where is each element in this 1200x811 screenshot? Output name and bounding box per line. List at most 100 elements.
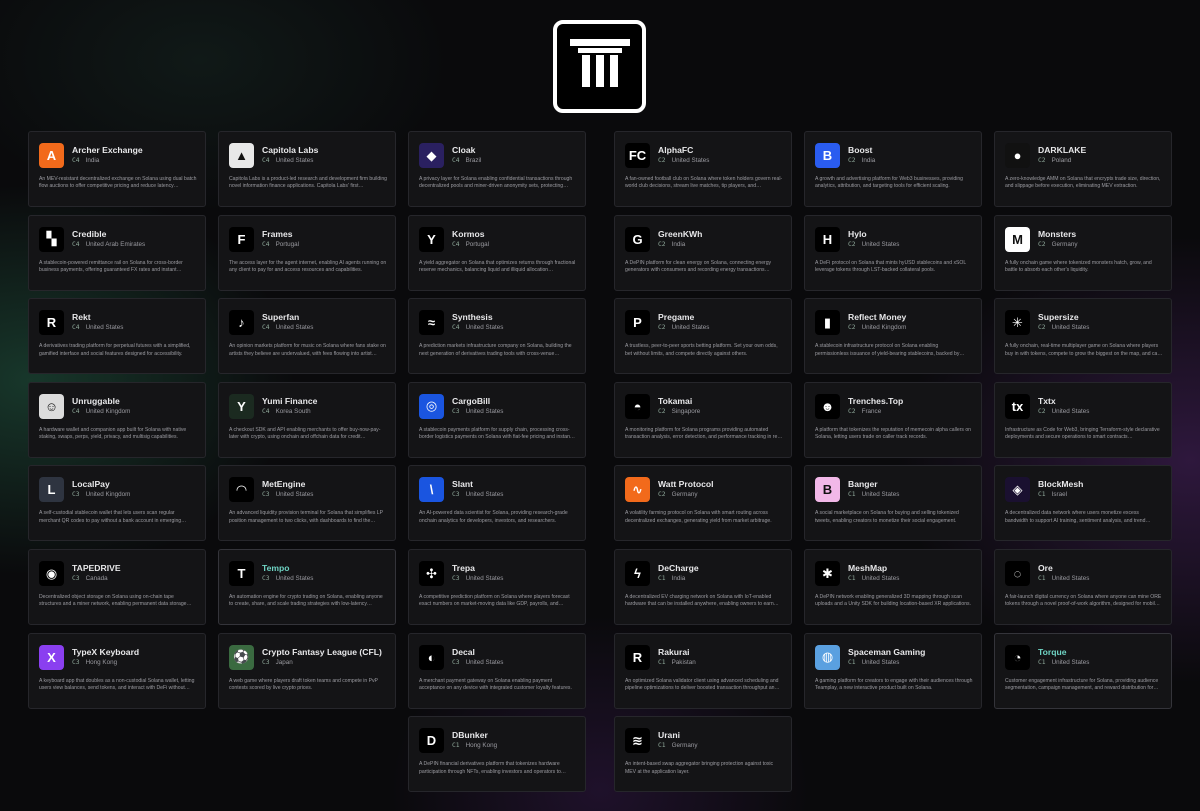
cohort-badge: C4 bbox=[72, 324, 80, 332]
project-card[interactable]: ◆ Cloak C4 Brazil A privacy layer for Solana… bbox=[408, 131, 586, 207]
project-card[interactable]: ♪ Superfan C4 United States An opinion marke… bbox=[218, 298, 396, 375]
project-name: Pregame bbox=[658, 312, 695, 323]
cohort-badge: C2 bbox=[848, 240, 856, 248]
project-country: Germany bbox=[671, 742, 698, 750]
project-card[interactable]: T Tempo C3 United States An automation engin… bbox=[218, 549, 396, 625]
project-country: United States bbox=[1051, 324, 1090, 332]
reflect-icon: ▮ bbox=[815, 310, 840, 336]
project-name: Boost bbox=[848, 145, 873, 155]
project-card[interactable]: L LocalPay C3 United Kingdom A self-custodia… bbox=[28, 465, 206, 542]
project-card[interactable]: ✱ MeshMap C1 United States A DePIN network e… bbox=[804, 549, 982, 625]
project-card[interactable]: F Frames C4 Portugal The access layer for th… bbox=[218, 214, 396, 291]
project-country: United States bbox=[275, 491, 314, 499]
project-description: A yield aggregator on Solana that optimi… bbox=[419, 259, 576, 273]
capitola-icon: ▲ bbox=[229, 143, 254, 168]
project-card[interactable]: ◉ TAPEDRIVE C3 Canada Decentralized object s… bbox=[28, 549, 206, 625]
project-country: United States bbox=[465, 575, 504, 582]
project-card[interactable]: ◐ Decal C3 United States A merchant payment … bbox=[408, 632, 586, 709]
project-name: CargoBill bbox=[452, 395, 491, 406]
project-description: A fan-owned football club on Solana wher… bbox=[625, 176, 783, 190]
yumi-icon: Y bbox=[229, 393, 254, 419]
project-name: Rakurai bbox=[658, 646, 690, 657]
dbunker-icon: D bbox=[419, 728, 444, 754]
project-card[interactable]: ☻ Trenches.Top C2 France A platform that tok… bbox=[804, 381, 982, 458]
rekt-icon: R bbox=[39, 310, 64, 336]
project-card[interactable]: D DBunker C1 Hong Kong A DePIN financial der… bbox=[408, 716, 586, 793]
cohort-badge: C1 bbox=[1038, 575, 1046, 582]
project-name: Supersize bbox=[1038, 312, 1079, 323]
project-card[interactable]: X TypeX Keyboard C3 Hong Kong A keyboard app… bbox=[28, 632, 206, 709]
project-card[interactable]: ✳ Supersize C2 United States A fully onchain… bbox=[994, 298, 1172, 375]
project-country: India bbox=[671, 575, 686, 582]
project-card[interactable]: ▮ Reflect Money C2 United Kingdom A stableco… bbox=[804, 298, 982, 375]
project-card[interactable]: tx Txtx C2 United States Infrastructure as C… bbox=[994, 381, 1172, 458]
project-meta: C1 Germany bbox=[658, 742, 698, 749]
project-meta: C4 United Arab Emirates bbox=[72, 241, 145, 248]
project-card[interactable]: \ Slant C3 United States An AI-powered data … bbox=[408, 465, 586, 542]
project-name: TypeX Keyboard bbox=[72, 646, 140, 657]
cohort-badge: C3 bbox=[452, 491, 460, 499]
project-card[interactable]: Y Kormos C4 Portugal A yield aggregator on S… bbox=[408, 214, 586, 291]
project-name: LocalPay bbox=[72, 479, 110, 490]
project-description: An advanced liquidity provision terminal… bbox=[229, 510, 383, 524]
project-card[interactable]: ◍ Spaceman Gaming C1 United States A gaming … bbox=[804, 632, 982, 709]
project-card[interactable]: ● DARKLAKE C2 Poland A zero-knowledge AMM on… bbox=[994, 131, 1172, 207]
project-card[interactable]: FC AlphaFC C2 United States A fan-owned foot… bbox=[614, 131, 792, 207]
project-card[interactable]: ▚ Credible C4 United Arab Emirates A stablec… bbox=[28, 214, 206, 291]
project-meta: C4 United States bbox=[262, 324, 313, 331]
project-card[interactable]: ◎ CargoBill C3 United States A stablecoin pa… bbox=[408, 381, 586, 458]
project-country: Canada bbox=[85, 575, 108, 582]
project-country: Korea South bbox=[275, 407, 311, 415]
project-card[interactable]: B Boost C2 India A growth and advertising pl… bbox=[804, 131, 982, 207]
cohort-badge: C2 bbox=[1038, 407, 1046, 415]
project-description: Customer engagement infrastructure for S… bbox=[1005, 677, 1159, 691]
project-card[interactable]: A Archer Exchange C4 India An MEV-resistant … bbox=[28, 131, 206, 207]
project-card[interactable]: M Monsters C2 Germany A fully onchain game w… bbox=[994, 214, 1172, 291]
project-card[interactable]: H Hylo C2 United States A DeFi protocol on S… bbox=[804, 214, 982, 291]
project-name: Kormos bbox=[452, 228, 485, 239]
project-meta: C3 United States bbox=[262, 491, 313, 498]
project-name: Reflect Money bbox=[848, 312, 907, 323]
project-card[interactable]: ✣ Trepa C3 United States A competitive predi… bbox=[408, 549, 586, 625]
project-card[interactable]: R Rakurai C1 Pakistan An optimized Solana va… bbox=[614, 632, 792, 709]
project-card[interactable]: R Rekt C4 United States A derivatives tradin… bbox=[28, 298, 206, 375]
project-card[interactable]: ▲ Capitola Labs C4 United States Capitola La… bbox=[218, 131, 396, 207]
project-meta: C4 United States bbox=[452, 324, 503, 331]
project-meta: C1 United States bbox=[848, 575, 899, 582]
cohort-badge: C1 bbox=[1038, 491, 1046, 499]
project-card[interactable]: ≋ Urani C1 Germany An intent-based swap aggr… bbox=[614, 716, 792, 793]
blockmesh-icon: ◈ bbox=[1005, 477, 1030, 503]
monsters-icon: M bbox=[1005, 226, 1030, 252]
localpay-icon: L bbox=[39, 477, 64, 503]
project-card[interactable]: Y Yumi Finance C4 Korea South A checkout SDK… bbox=[218, 381, 396, 458]
project-card[interactable]: ◈ BlockMesh C1 Israel A decentralized data n… bbox=[994, 465, 1172, 542]
project-card[interactable]: ≈ Synthesis C4 United States A prediction ma… bbox=[408, 298, 586, 375]
project-card[interactable]: ϟ DeCharge C1 India A decentralized EV charg… bbox=[614, 549, 792, 625]
project-meta: C1 India bbox=[658, 575, 685, 582]
project-description: A stablecoin payments platform for suppl… bbox=[419, 426, 576, 441]
project-card[interactable]: ⚽ Crypto Fantasy League (CFL) C3 Japan A web… bbox=[218, 632, 396, 709]
project-card[interactable]: G GreenKWh C2 India A DePIN platform for cle… bbox=[614, 214, 792, 291]
project-name: Decal bbox=[452, 646, 475, 657]
project-name: Urani bbox=[658, 730, 680, 741]
project-country: Japan bbox=[275, 658, 293, 666]
project-name: Crypto Fantasy League (CFL) bbox=[262, 646, 382, 657]
project-card[interactable]: ◌ Ore C1 United States A fair-launch digital… bbox=[994, 549, 1172, 625]
project-card[interactable]: B Banger C1 United States A social marketpla… bbox=[804, 465, 982, 542]
project-meta: C4 United States bbox=[262, 157, 313, 164]
project-card[interactable]: ◔ Torque C1 United States Customer engagemen… bbox=[994, 632, 1172, 709]
project-meta: C2 Singapore bbox=[658, 408, 700, 415]
project-country: Hong Kong bbox=[85, 658, 118, 666]
project-card[interactable]: P Pregame C2 United States A trustless, peer… bbox=[614, 298, 792, 375]
tempo-icon: T bbox=[229, 561, 254, 586]
project-card[interactable]: ☺ Unruggable C4 United Kingdom A hardware wa… bbox=[28, 381, 206, 458]
project-meta: C4 Portugal bbox=[452, 241, 489, 248]
project-card[interactable]: ◠ MetEngine C3 United States An advanced liq… bbox=[218, 465, 396, 542]
tokamai-icon: ◓ bbox=[625, 393, 650, 419]
project-description: The access layer for the agent internet,… bbox=[229, 259, 387, 273]
project-card[interactable]: ◓ Tokamai C2 Singapore A monitoring platform… bbox=[614, 381, 792, 458]
project-card[interactable]: ∿ Watt Protocol C2 Germany A volatility farm… bbox=[614, 465, 792, 542]
urani-icon: ≋ bbox=[625, 728, 650, 754]
cohort-badge: C4 bbox=[72, 240, 80, 248]
alphafc-icon: FC bbox=[625, 143, 650, 168]
